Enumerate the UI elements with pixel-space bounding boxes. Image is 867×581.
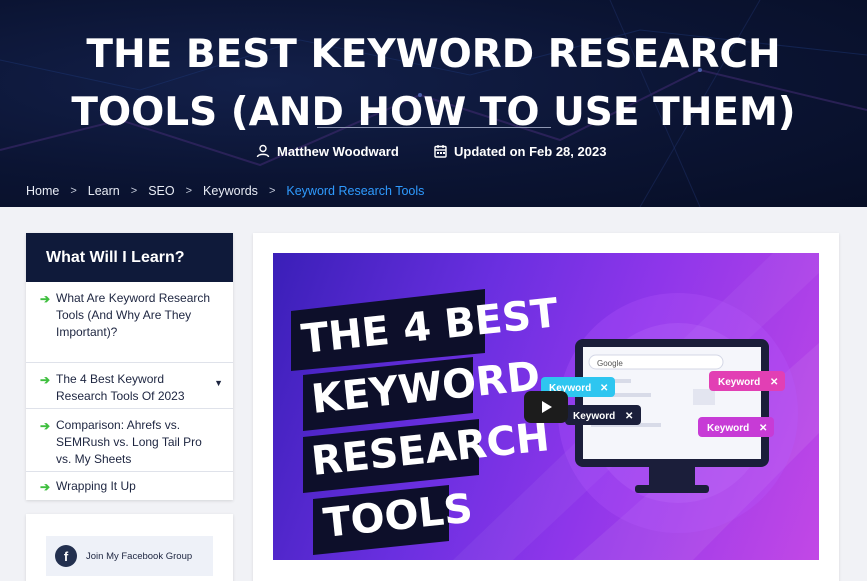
calendar-icon: [434, 145, 447, 158]
play-icon: [542, 401, 552, 413]
social-widget: f Join My Facebook Group: [26, 514, 233, 581]
updated-meta: Updated on Feb 28, 2023: [434, 141, 606, 161]
svg-text:✕: ✕: [600, 383, 608, 394]
thumbnail-title-line: TOOLS: [321, 486, 475, 547]
table-of-contents: What Will I Learn? ➔ What Are Keyword Re…: [26, 233, 233, 500]
svg-text:✕: ✕: [759, 423, 767, 434]
svg-text:✕: ✕: [625, 411, 633, 422]
toc-item-label[interactable]: What Are Keyword Research Tools (And Why…: [56, 291, 210, 339]
title-divider: [317, 127, 551, 128]
author-meta[interactable]: Matthew Woodward: [256, 141, 399, 161]
breadcrumb-current[interactable]: Keyword Research Tools: [286, 184, 424, 198]
keyword-chip: Keyword ✕: [698, 417, 774, 437]
page-title-line-1: THE BEST KEYWORD RESEARCH: [86, 32, 781, 77]
keyword-chip: Keyword ✕: [565, 405, 641, 425]
breadcrumb: Home > Learn > SEO > Keywords > Keyword …: [26, 184, 424, 198]
toc-item-label[interactable]: The 4 Best Keyword Research Tools Of 202…: [56, 372, 185, 403]
breadcrumb-home[interactable]: Home: [26, 184, 59, 198]
svg-text:Keyword: Keyword: [707, 423, 749, 434]
facebook-group-label[interactable]: Join My Facebook Group: [86, 551, 192, 562]
arrow-right-icon: ➔: [40, 292, 51, 306]
play-button[interactable]: [524, 391, 568, 423]
toc-item[interactable]: ➔ Wrapping It Up: [26, 472, 233, 500]
page-title: THE BEST KEYWORD RESEARCH TOOLS (AND HOW…: [0, 26, 867, 142]
facebook-icon: f: [55, 545, 77, 567]
browser-brand: Google: [597, 359, 623, 368]
breadcrumb-keywords[interactable]: Keywords: [203, 184, 258, 198]
toc-item-label[interactable]: Comparison: Ahrefs vs. SEMRush vs. Long …: [56, 418, 202, 466]
toc-item[interactable]: ➔ What Are Keyword Research Tools (And W…: [26, 282, 233, 363]
breadcrumb-seo[interactable]: SEO: [148, 184, 174, 198]
caret-down-icon[interactable]: ▼: [214, 375, 223, 392]
breadcrumb-separator: >: [70, 185, 77, 197]
hero-banner: THE BEST KEYWORD RESEARCH TOOLS (AND HOW…: [0, 0, 867, 207]
svg-text:Keyword: Keyword: [573, 411, 615, 422]
keyword-chip: Keyword ✕: [709, 371, 785, 391]
svg-text:Keyword: Keyword: [718, 377, 760, 388]
toc-item[interactable]: ➔ The 4 Best Keyword Research Tools Of 2…: [26, 363, 233, 409]
breadcrumb-separator: >: [268, 185, 276, 197]
breadcrumb-separator: >: [185, 185, 193, 197]
page-title-line-2: TOOLS (AND HOW TO USE THEM): [71, 90, 796, 135]
toc-title: What Will I Learn?: [26, 233, 233, 282]
toc-item[interactable]: ➔ Comparison: Ahrefs vs. SEMRush vs. Lon…: [26, 409, 233, 472]
breadcrumb-separator: >: [130, 185, 138, 197]
facebook-group-button[interactable]: f Join My Facebook Group: [46, 536, 213, 576]
breadcrumb-learn[interactable]: Learn: [88, 184, 120, 198]
svg-text:✕: ✕: [770, 377, 778, 388]
arrow-right-icon: ➔: [40, 419, 51, 433]
arrow-right-icon: ➔: [40, 480, 51, 494]
toc-item-label[interactable]: Wrapping It Up: [56, 479, 136, 493]
updated-date: Updated on Feb 28, 2023: [454, 143, 607, 159]
user-icon: [256, 144, 270, 158]
arrow-right-icon: ➔: [40, 373, 51, 387]
author-name[interactable]: Matthew Woodward: [277, 144, 399, 159]
